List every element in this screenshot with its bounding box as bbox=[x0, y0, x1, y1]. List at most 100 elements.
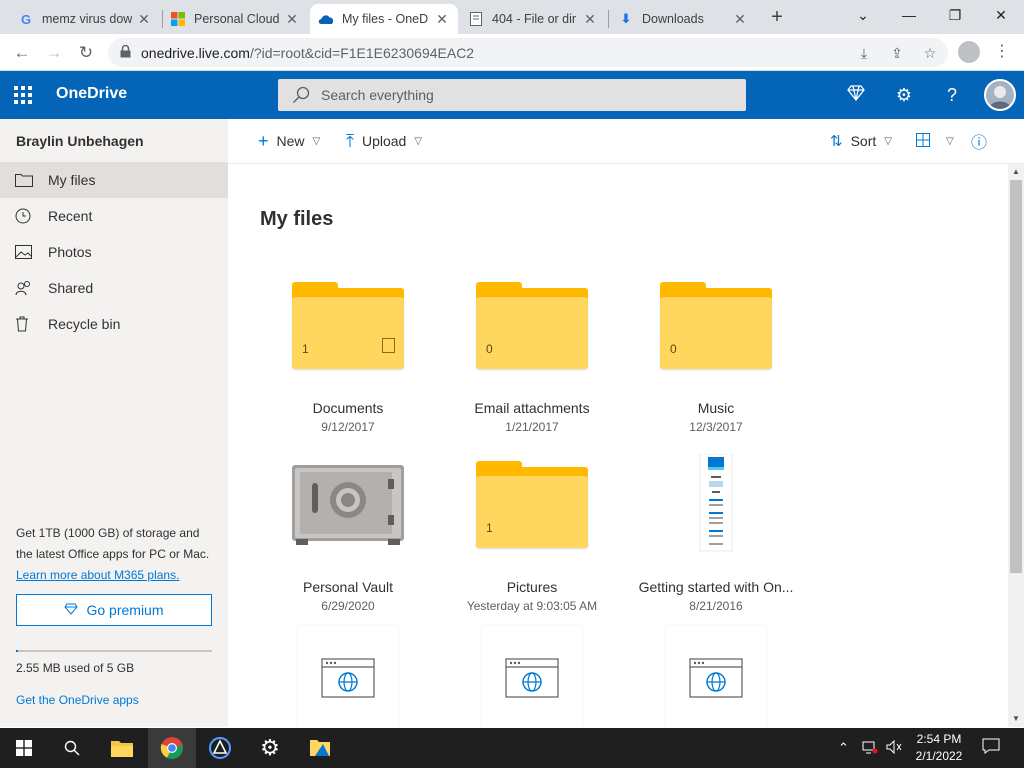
tab-title: memz virus dow bbox=[42, 12, 132, 26]
close-tab-icon[interactable]: ✕ bbox=[732, 11, 748, 28]
brand-name[interactable]: OneDrive bbox=[56, 85, 127, 103]
tab-title: Personal Cloud bbox=[194, 12, 280, 26]
notification-center-icon[interactable] bbox=[982, 738, 1002, 758]
nav-item-my-files[interactable]: My files bbox=[0, 162, 228, 198]
browser-tab-2[interactable]: Personal Cloud ✕ bbox=[162, 4, 308, 34]
chrome-icon[interactable] bbox=[148, 728, 196, 768]
browser-tab-3-active[interactable]: My files - OneD ✕ bbox=[310, 4, 458, 34]
minimize-button[interactable]: — bbox=[886, 0, 932, 30]
web-file-tile[interactable] bbox=[298, 626, 398, 727]
tab-title: My files - OneD bbox=[342, 12, 429, 26]
upload-arrow-icon: ⤒ bbox=[346, 130, 354, 151]
volume-muted-icon[interactable] bbox=[886, 739, 902, 757]
install-app-icon[interactable]: ⤓ bbox=[853, 42, 875, 64]
promo-text: Get 1TB (1000 GB) of storage and the lat… bbox=[16, 526, 210, 561]
sort-label: Sort bbox=[850, 133, 877, 149]
new-button[interactable]: + New ▽ bbox=[258, 131, 320, 151]
account-avatar[interactable] bbox=[984, 79, 1016, 111]
nav-item-shared[interactable]: Shared bbox=[0, 270, 228, 306]
browser-tab-5[interactable]: ⬇ Downloads ✕ bbox=[610, 4, 756, 34]
lock-icon bbox=[120, 45, 131, 58]
item-name: Getting started with On... bbox=[638, 579, 794, 595]
close-tab-icon[interactable]: ✕ bbox=[434, 11, 450, 28]
sort-icon: ⇅ bbox=[830, 133, 843, 150]
left-navigation: Braylin Unbehagen My files Recent Photos… bbox=[0, 119, 228, 727]
tab-search-button[interactable]: ⌄ bbox=[840, 0, 886, 30]
show-hidden-icons-icon[interactable]: ⌃ bbox=[838, 740, 849, 756]
scrollbar-thumb[interactable] bbox=[1010, 180, 1022, 573]
folder-icon: 1 bbox=[292, 282, 404, 394]
vertical-scrollbar[interactable]: ▲ ▼ bbox=[1008, 164, 1024, 727]
forward-button[interactable]: → bbox=[40, 39, 68, 67]
share-icon[interactable]: ⇪ bbox=[886, 42, 908, 64]
new-label: New bbox=[276, 133, 305, 149]
web-file-tile[interactable] bbox=[482, 626, 582, 727]
maximize-button[interactable]: ❐ bbox=[932, 0, 978, 30]
folder-tile-pictures[interactable]: 1 Pictures Yesterday at 9:03:05 AM bbox=[452, 461, 612, 641]
folder-icon: 0 bbox=[476, 282, 588, 394]
info-icon: ⓘ bbox=[971, 135, 988, 152]
close-tab-icon[interactable]: ✕ bbox=[136, 11, 152, 28]
file-explorer-icon[interactable] bbox=[98, 728, 146, 768]
close-tab-icon[interactable]: ✕ bbox=[284, 11, 300, 28]
help-icon[interactable]: ? bbox=[940, 83, 964, 107]
search-box[interactable] bbox=[278, 79, 746, 111]
system-clock[interactable]: 2:54 PM 2/1/2022 bbox=[904, 731, 974, 765]
sort-button[interactable]: ⇅ Sort ▽ bbox=[830, 131, 892, 151]
folder-icon: 0 bbox=[660, 282, 772, 394]
network-icon[interactable] bbox=[862, 740, 878, 757]
nav-item-photos[interactable]: Photos bbox=[0, 234, 228, 270]
back-button[interactable]: ← bbox=[8, 39, 36, 67]
nav-item-recycle-bin[interactable]: Recycle bin bbox=[0, 306, 228, 342]
clock-time: 2:54 PM bbox=[916, 732, 962, 746]
close-tab-icon[interactable]: ✕ bbox=[582, 11, 598, 28]
start-windows-icon[interactable] bbox=[0, 728, 48, 768]
browser-tab-4[interactable]: 404 - File or dir ✕ bbox=[460, 4, 606, 34]
go-premium-button[interactable]: Go premium bbox=[16, 594, 212, 626]
new-tab-button[interactable]: + bbox=[764, 5, 790, 31]
browser-menu-icon[interactable]: ⋮ bbox=[992, 40, 1012, 64]
user-name: Braylin Unbehagen bbox=[16, 133, 144, 149]
file-tile-getting-started[interactable]: Getting started with On... 8/21/2016 bbox=[636, 453, 796, 634]
settings-gear-icon[interactable]: ⚙ bbox=[892, 83, 916, 107]
bookmark-star-icon[interactable]: ☆ bbox=[919, 42, 941, 64]
chevron-down-icon: ▽ bbox=[414, 135, 423, 147]
item-date: 9/12/2017 bbox=[321, 420, 375, 434]
folder-tile-documents[interactable]: 1 Documents 9/12/2017 bbox=[268, 282, 428, 462]
view-options-button[interactable]: ▽ bbox=[916, 131, 954, 151]
item-name: Documents bbox=[312, 400, 384, 416]
web-page-globe-icon bbox=[321, 658, 375, 698]
scroll-up-arrow-icon[interactable]: ▲ bbox=[1008, 164, 1024, 180]
app-icon[interactable] bbox=[196, 728, 244, 768]
chevron-down-icon: ▽ bbox=[312, 135, 321, 147]
folder-icon bbox=[0, 173, 48, 187]
upload-button[interactable]: ⤒ Upload ▽ bbox=[346, 131, 422, 151]
details-pane-button[interactable]: ⓘ bbox=[971, 131, 995, 152]
address-bar[interactable]: onedrive.live.com/?id=root&cid=F1E1E6230… bbox=[108, 38, 948, 67]
vault-tile-personal-vault[interactable]: Personal Vault 6/29/2020 bbox=[268, 461, 428, 641]
chevron-down-icon: ▽ bbox=[884, 135, 892, 147]
storage-quota-text[interactable]: 2.55 MB used of 5 GB bbox=[16, 661, 134, 675]
browser-tab-1[interactable]: G memz virus dow ✕ bbox=[10, 4, 160, 34]
get-apps-link[interactable]: Get the OneDrive apps bbox=[16, 693, 139, 707]
scroll-down-arrow-icon[interactable]: ▼ bbox=[1008, 711, 1024, 727]
nav-item-recent[interactable]: Recent bbox=[0, 198, 228, 234]
folder-app-icon[interactable] bbox=[296, 728, 344, 768]
url-path: /?id=root&cid=F1E1E6230694EAC2 bbox=[249, 45, 475, 61]
folder-tile-music[interactable]: 0 Music 12/3/2017 bbox=[636, 282, 796, 462]
premium-diamond-icon[interactable] bbox=[844, 83, 868, 107]
search-input[interactable] bbox=[321, 79, 731, 111]
folder-item-count: 1 bbox=[302, 342, 309, 356]
folder-tile-email-attachments[interactable]: 0 Email attachments 1/21/2017 bbox=[452, 282, 612, 462]
reload-button[interactable]: ↻ bbox=[72, 39, 100, 67]
profile-avatar-icon[interactable] bbox=[958, 41, 980, 63]
web-file-tile[interactable] bbox=[666, 626, 766, 727]
document-icon bbox=[382, 338, 395, 353]
learn-more-link[interactable]: Learn more about M365 plans. bbox=[16, 568, 179, 582]
storage-quota-bar bbox=[16, 650, 212, 652]
upload-label: Upload bbox=[361, 133, 407, 149]
close-window-button[interactable]: ✕ bbox=[978, 0, 1024, 30]
taskbar-search-icon[interactable] bbox=[48, 728, 96, 768]
app-launcher-icon[interactable] bbox=[14, 86, 32, 104]
settings-gear-icon[interactable]: ⚙ bbox=[246, 728, 294, 768]
